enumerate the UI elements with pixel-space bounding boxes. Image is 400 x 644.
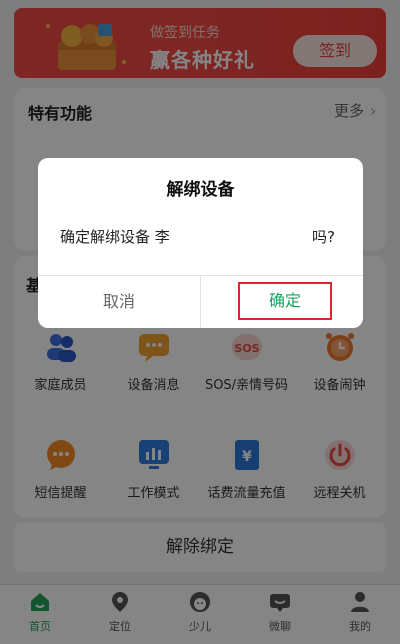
dialog-button-divider	[200, 276, 201, 328]
unbind-confirm-dialog: 解绑设备 确定解绑设备 李 吗? 取消 确定	[38, 158, 363, 328]
dialog-message-suffix: 吗?	[312, 228, 335, 246]
cancel-button[interactable]: 取消	[38, 276, 200, 328]
confirm-button[interactable]: 确定	[238, 282, 332, 320]
dialog-title: 解绑设备	[166, 180, 235, 200]
dialog-message: 确定解绑设备 李	[60, 228, 170, 246]
